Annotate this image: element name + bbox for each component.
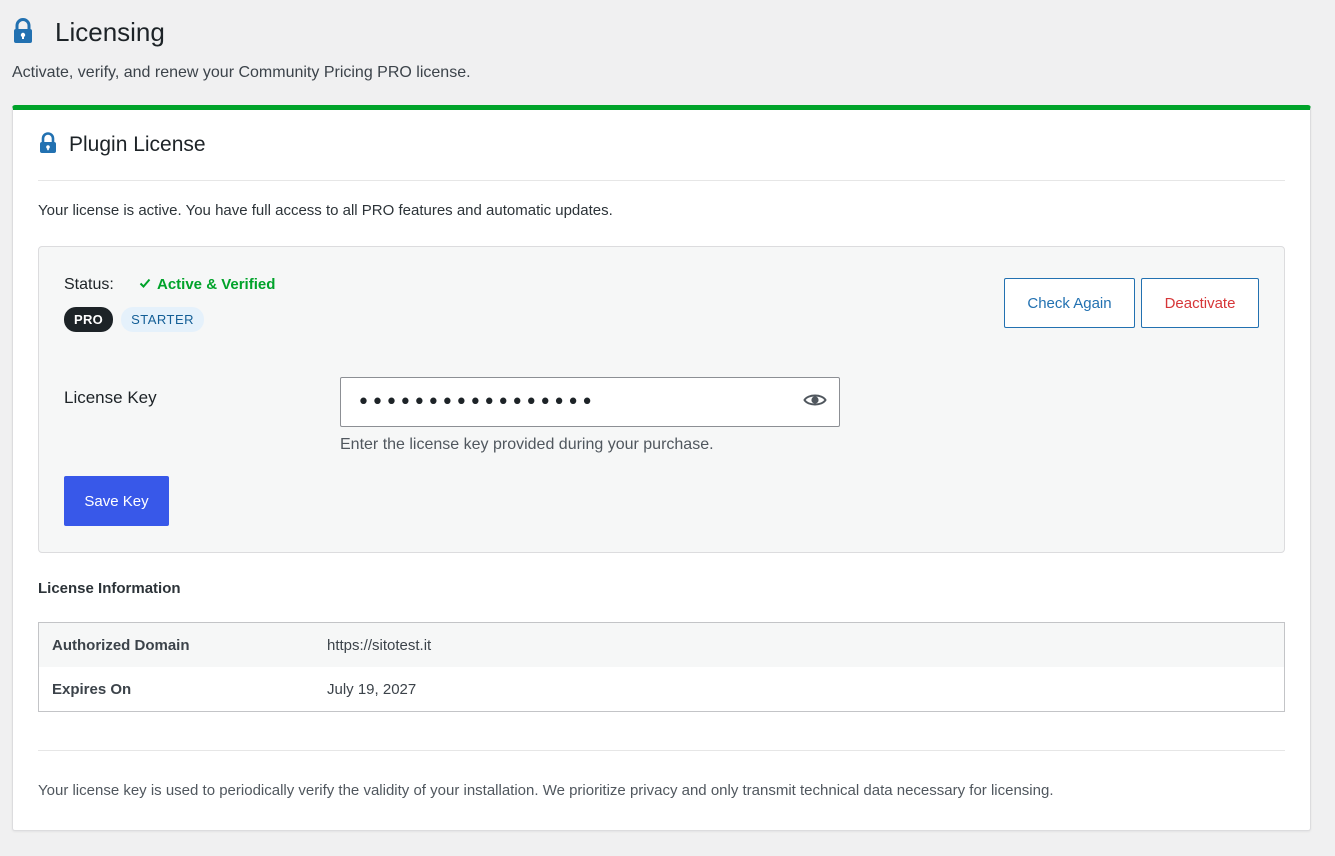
info-key: Expires On bbox=[52, 680, 132, 698]
page-title: Licensing bbox=[55, 17, 165, 47]
deactivate-button[interactable]: Deactivate bbox=[1141, 278, 1259, 328]
page-header: Licensing bbox=[12, 14, 165, 50]
table-row: Expires On July 19, 2027 bbox=[39, 667, 1284, 711]
status-value: Active & Verified bbox=[157, 276, 276, 293]
lock-icon bbox=[12, 18, 44, 46]
license-key-input[interactable] bbox=[357, 389, 777, 415]
plugin-license-card: Plugin License Your license is active. Y… bbox=[12, 105, 1311, 831]
license-status-panel: Status: Active & Verified PRO STARTER Ch… bbox=[38, 246, 1285, 553]
divider bbox=[38, 750, 1285, 751]
license-key-field bbox=[340, 377, 840, 427]
plan-badges: PRO STARTER bbox=[64, 307, 205, 332]
check-icon bbox=[139, 276, 151, 293]
license-key-label: License Key bbox=[64, 388, 157, 407]
info-value: https://sitotest.it bbox=[327, 636, 432, 654]
table-row: Authorized Domain https://sitotest.it bbox=[39, 623, 1284, 667]
eye-icon[interactable] bbox=[803, 392, 827, 413]
info-value: July 19, 2027 bbox=[327, 680, 417, 698]
status-badge: Active & Verified bbox=[139, 276, 275, 293]
license-key-help: Enter the license key provided during yo… bbox=[340, 436, 714, 453]
pro-badge: PRO bbox=[64, 307, 114, 332]
lock-icon bbox=[38, 131, 58, 159]
page-description: Activate, verify, and renew your Communi… bbox=[12, 64, 471, 81]
privacy-note: Your license key is used to periodically… bbox=[38, 782, 1054, 799]
status-label: Status: bbox=[64, 276, 114, 293]
starter-badge: STARTER bbox=[121, 307, 205, 332]
card-title: Plugin License bbox=[69, 133, 206, 156]
license-information-table: Authorized Domain https://sitotest.it Ex… bbox=[38, 622, 1285, 712]
check-again-button[interactable]: Check Again bbox=[1004, 278, 1135, 328]
info-key: Authorized Domain bbox=[52, 636, 190, 654]
save-key-button[interactable]: Save Key bbox=[64, 476, 169, 526]
license-information-title: License Information bbox=[38, 580, 181, 597]
card-header: Plugin License bbox=[38, 110, 1285, 181]
license-intro: Your license is active. You have full ac… bbox=[38, 202, 613, 219]
